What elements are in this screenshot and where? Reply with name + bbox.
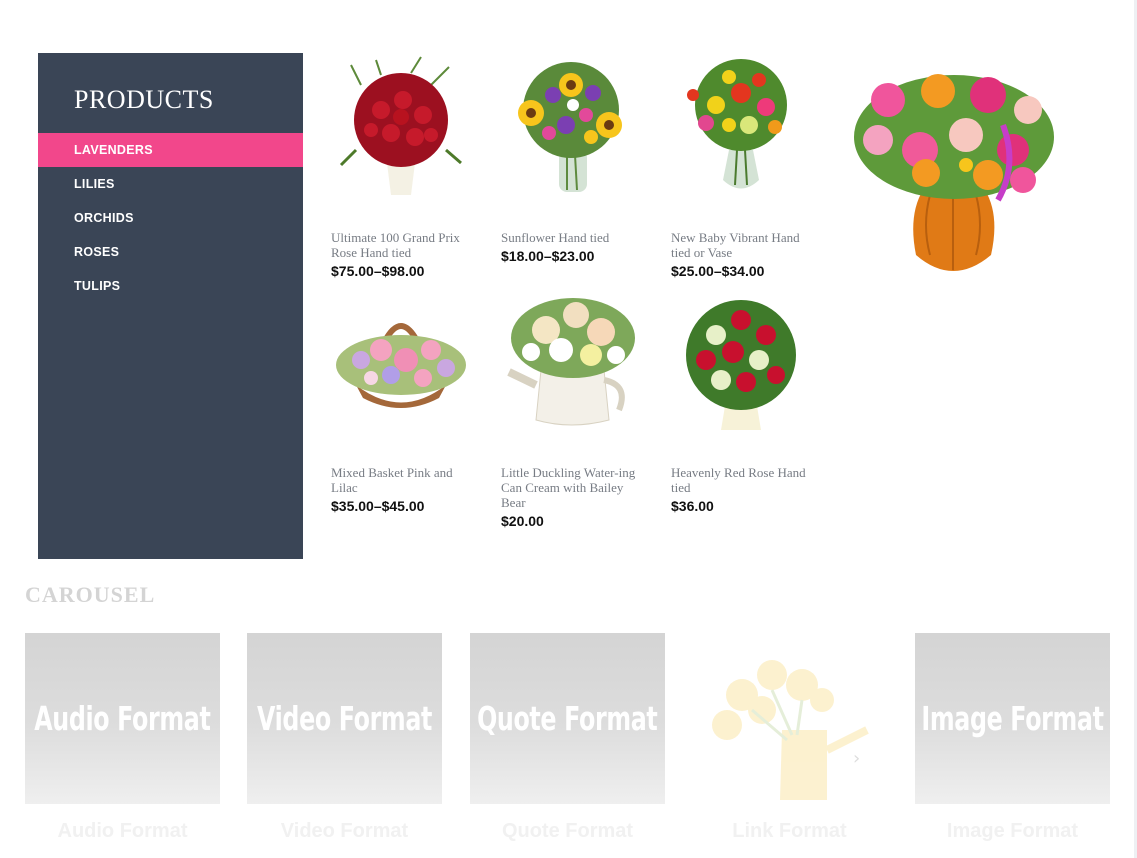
carousel-card-video[interactable]: Video Format: [247, 633, 442, 804]
carousel-card-image[interactable]: Image Format: [915, 633, 1110, 804]
product-name[interactable]: Sunflower Hand tied: [501, 230, 651, 245]
pink-basket-image[interactable]: [331, 290, 471, 440]
carousel-caption[interactable]: Video Format: [247, 820, 442, 843]
product-name[interactable]: Ultimate 100 Grand Prix Rose Hand tied: [331, 230, 481, 260]
products-sidebar: PRODUCTS LAVENDERS LILIES ORCHIDS ROSES …: [38, 53, 303, 559]
carousel-title: CAROUSEL: [25, 582, 156, 607]
vibrant-vase-bouquet-image[interactable]: [671, 55, 811, 205]
product-card: Heavenly Red Rose Hand tied $36.00: [671, 290, 821, 514]
sidebar-title: PRODUCTS: [74, 85, 214, 114]
product-name[interactable]: Mixed Basket Pink and Lilac: [331, 465, 481, 495]
sidebar-item-roses[interactable]: ROSES: [38, 235, 303, 269]
card-text: Audio Format: [34, 699, 211, 738]
card-text: Image Format: [921, 699, 1104, 738]
chevron-right-icon[interactable]: ›: [853, 748, 860, 769]
card-text: Video Format: [257, 699, 432, 738]
product-price: $75.00–$98.00: [331, 263, 425, 279]
yellow-tulip-watering-can-image[interactable]: [692, 640, 887, 810]
product-card: Sunflower Hand tied $18.00–$23.00: [501, 55, 651, 264]
product-name[interactable]: Heavenly Red Rose Hand tied: [671, 465, 821, 495]
carousel-card-audio[interactable]: Audio Format: [25, 633, 220, 804]
sunflower-bouquet-image[interactable]: [501, 55, 641, 205]
product-price: $36.00: [671, 498, 714, 514]
product-card: Little Duckling Water-ing Can Cream with…: [501, 290, 651, 529]
product-price: $35.00–$45.00: [331, 498, 425, 514]
carousel-caption[interactable]: Quote Format: [470, 820, 665, 843]
carousel-caption[interactable]: Audio Format: [25, 820, 220, 843]
sidebar-item-orchids[interactable]: ORCHIDS: [38, 201, 303, 235]
carousel-caption[interactable]: Link Format: [692, 820, 887, 843]
product-price: $25.00–$34.00: [671, 263, 765, 279]
product-name[interactable]: New Baby Vibrant Hand tied or Vase: [671, 230, 821, 260]
product-card: New Baby Vibrant Hand tied or Vase $25.0…: [671, 55, 821, 279]
sidebar-item-lilies[interactable]: LILIES: [38, 167, 303, 201]
card-text: Quote Format: [477, 699, 658, 738]
product-price: $18.00–$23.00: [501, 248, 595, 264]
red-white-rose-bouquet-image[interactable]: [671, 290, 811, 440]
sidebar-item-lavenders[interactable]: LAVENDERS: [38, 133, 303, 167]
watering-can-bouquet-image[interactable]: [501, 290, 641, 440]
orange-vase-bouquet-image[interactable]: [848, 55, 1060, 280]
red-rose-bouquet-image[interactable]: [331, 55, 471, 205]
product-card: Ultimate 100 Grand Prix Rose Hand tied $…: [331, 55, 481, 279]
category-list: LAVENDERS LILIES ORCHIDS ROSES TULIPS: [38, 133, 303, 303]
sidebar-item-tulips[interactable]: TULIPS: [38, 269, 303, 303]
carousel-caption[interactable]: Image Format: [915, 820, 1110, 843]
product-name[interactable]: Little Duckling Water-ing Can Cream with…: [501, 465, 651, 510]
carousel-card-quote[interactable]: Quote Format: [470, 633, 665, 804]
product-price: $20.00: [501, 513, 544, 529]
product-card: Mixed Basket Pink and Lilac $35.00–$45.0…: [331, 290, 481, 514]
